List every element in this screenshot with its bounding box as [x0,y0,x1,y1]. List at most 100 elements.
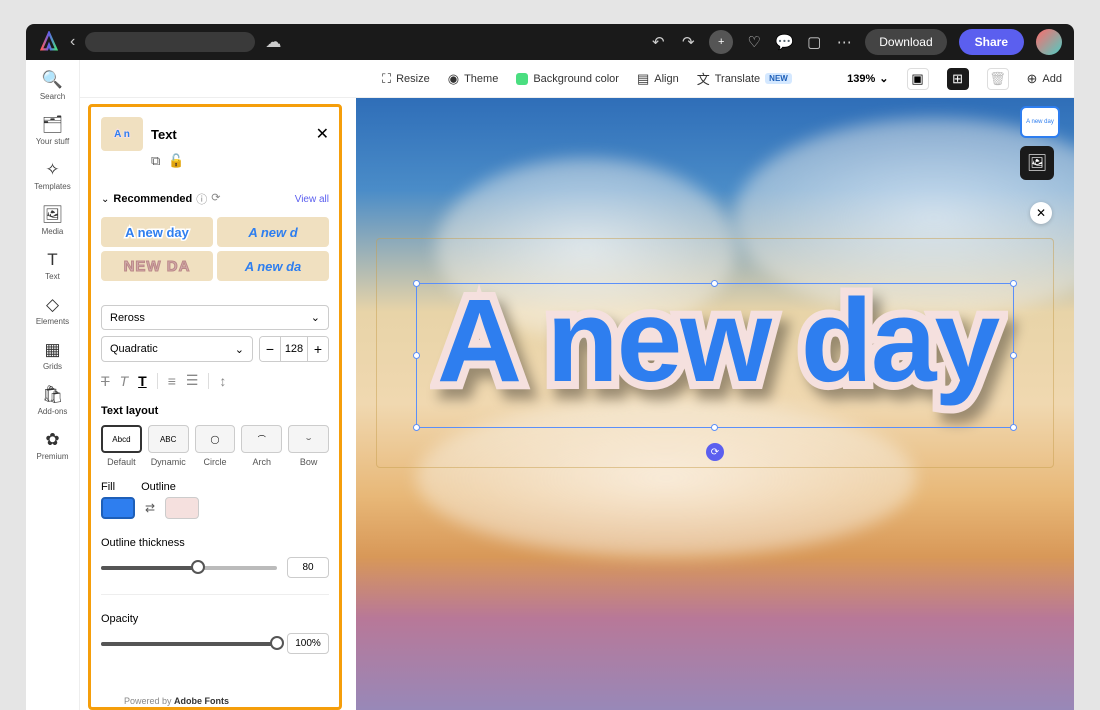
opacity-value[interactable]: 100% [287,633,329,654]
outline-thickness-value[interactable]: 80 [287,557,329,578]
resize-handle[interactable] [1010,280,1017,287]
opacity-slider[interactable] [101,642,277,646]
layout-default[interactable]: Abcd [101,425,142,453]
recommended-label: Recommended [113,193,192,205]
rail-templates[interactable]: ✧Templates [34,160,70,191]
resize-handle[interactable] [413,352,420,359]
layout-arch[interactable]: ⌒ [241,425,282,453]
delete-button[interactable]: 🗑 [987,68,1009,90]
rec-preset[interactable]: A new da [217,251,329,281]
outline-thickness-label: Outline thickness [101,537,329,549]
back-arrow-icon[interactable]: ‹ [70,33,75,51]
elements-icon: ◇ [46,295,59,315]
outline-color-swatch[interactable] [165,497,199,519]
decrement-button[interactable]: − [260,337,280,361]
view-mode-2[interactable]: ⊞ [947,68,969,90]
present-icon[interactable]: ▢ [805,33,823,51]
resize-handle[interactable] [413,280,420,287]
rail-elements[interactable]: ◇Elements [36,295,69,326]
share-button[interactable]: Share [959,29,1024,55]
resize-handle[interactable] [711,280,718,287]
rec-preset[interactable]: NEW DA [101,251,213,281]
media-thumbnail[interactable]: 🖼 [1020,146,1054,180]
translate-button[interactable]: 文TranslateNEW [697,69,792,88]
fill-color-swatch[interactable] [101,497,135,519]
layout-circle[interactable]: ◯ [195,425,236,453]
chevron-down-icon: ⌄ [235,343,244,356]
italic-icon[interactable]: T [120,373,129,389]
selection-box [416,283,1014,428]
resize-handle[interactable] [1010,352,1017,359]
chevron-down-icon: ⌄ [879,72,888,85]
grids-icon: ▦ [44,340,60,360]
resize-button[interactable]: ⛶Resize [382,71,430,87]
rec-preset[interactable]: A new day [101,217,213,247]
user-avatar[interactable] [1036,29,1062,55]
font-family-select[interactable]: Reross⌄ [101,305,329,330]
chevron-down-icon[interactable]: ⌄ [101,194,109,205]
font-style-select[interactable]: Quadratic⌄ [101,336,253,362]
rail-text[interactable]: TText [45,250,60,281]
lock-icon[interactable]: 🔓 [168,153,184,169]
theme-button[interactable]: ◉Theme [448,71,499,87]
text-layout-label: Text layout [101,405,329,417]
align-icon: ▤ [637,71,649,87]
info-icon[interactable]: ⓘ [196,191,207,207]
comment-icon[interactable]: 💬 [775,33,793,51]
add-button[interactable]: ⊕Add [1027,71,1062,87]
title-pill[interactable] [85,32,255,52]
resize-handle[interactable] [413,424,420,431]
text-icon: T [47,250,57,270]
page-thumbnail[interactable]: A new day [1020,106,1060,138]
rail-premium[interactable]: ✿Premium [36,430,68,461]
rail-search[interactable]: 🔍Search [40,70,65,101]
underline-icon[interactable]: T [138,373,147,389]
redo-icon[interactable]: ↷ [679,33,697,51]
footer-powered-by: Powered by Adobe Fonts [124,696,229,706]
close-thumbnails[interactable]: ✕ [1030,202,1052,224]
layout-bow[interactable]: ⌣ [288,425,329,453]
view-mode-1[interactable]: ▣ [907,68,929,90]
opacity-label: Opacity [101,613,329,625]
resize-handle[interactable] [711,424,718,431]
panel-title: Text [151,127,308,142]
rec-preset[interactable]: A new d [217,217,329,247]
new-badge: NEW [765,73,792,84]
increment-button[interactable]: + [308,337,328,361]
addons-icon: 🛍 [42,385,64,405]
text-panel: A n Text ✕ ⧉ 🔓 ⌄ Recommended ⓘ⟳ View all… [88,104,342,710]
list-icon[interactable]: ☰ [186,372,199,389]
bgcolor-button[interactable]: Background color [516,73,619,85]
rail-addons[interactable]: 🛍Add-ons [38,385,68,416]
font-size-input[interactable] [280,337,308,361]
bgcolor-swatch [516,73,528,85]
view-all-link[interactable]: View all [295,194,329,205]
outline-thickness-slider[interactable] [101,566,277,570]
layout-dynamic[interactable]: ABC [148,425,189,453]
cloud-sync-icon[interactable]: ☁ [265,32,281,52]
translate-icon: 文 [697,69,710,88]
folder-icon: 🗂 [42,115,64,135]
swap-colors-icon[interactable]: ⇄ [145,501,155,515]
align-button[interactable]: ▤Align [637,71,679,87]
spacing-icon[interactable]: ↕ [219,373,226,389]
add-people-button[interactable]: + [709,30,733,54]
more-icon[interactable]: ⋯ [835,33,853,51]
download-button[interactable]: Download [865,29,946,55]
search-icon: 🔍 [42,70,63,90]
zoom-dropdown[interactable]: 139%⌄ [847,72,888,85]
undo-icon[interactable]: ↶ [649,33,667,51]
canvas[interactable]: A new day ⟳ A new day 🖼 ✕ [356,98,1074,710]
bulb-icon[interactable]: ♡ [745,33,763,51]
align-icon[interactable]: ≡ [168,373,176,389]
theme-icon: ◉ [448,71,459,87]
rail-media[interactable]: 🖼Media [42,205,64,236]
refresh-icon[interactable]: ⟳ [211,191,220,207]
strikethrough-icon[interactable]: T [101,373,110,389]
rail-grids[interactable]: ▦Grids [43,340,62,371]
duplicate-icon[interactable]: ⧉ [151,153,160,169]
resize-handle[interactable] [1010,424,1017,431]
rail-your-stuff[interactable]: 🗂Your stuff [36,115,69,146]
close-panel-icon[interactable]: ✕ [316,124,329,144]
regenerate-button[interactable]: ⟳ [706,443,724,461]
